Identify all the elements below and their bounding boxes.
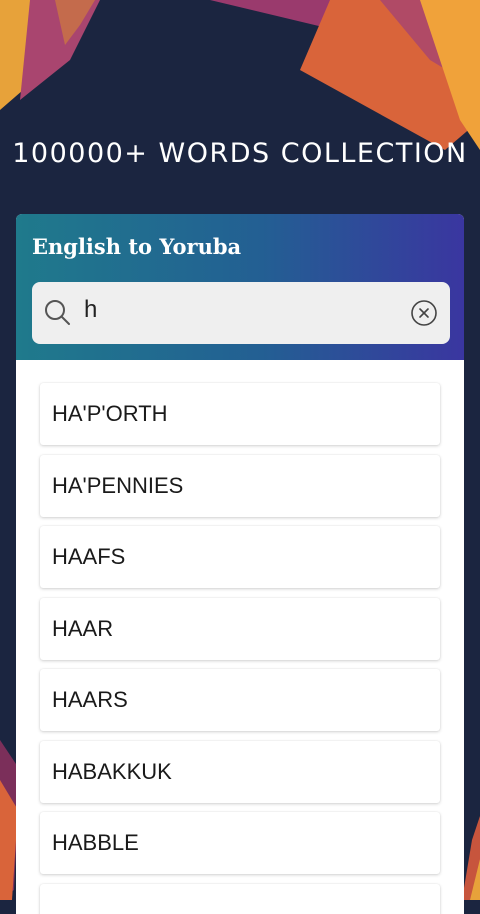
- decorative-shapes-right: [462, 780, 480, 900]
- dictionary-card: English to Yoruba h HA'P'ORTH HA'PENNIES…: [16, 214, 464, 914]
- results-list: HA'P'ORTH HA'PENNIES HAAFS HAAR HAARS HA…: [40, 383, 440, 914]
- list-item[interactable]: HABAKKUK: [40, 741, 440, 803]
- card-title: English to Yoruba: [32, 234, 241, 259]
- card-header: English to Yoruba h: [16, 214, 464, 360]
- list-item[interactable]: [40, 884, 440, 914]
- list-item[interactable]: HAAR: [40, 598, 440, 660]
- headline: 100000+ WORDS COLLECTION: [0, 138, 480, 169]
- list-item[interactable]: HABBLE: [40, 812, 440, 874]
- list-item[interactable]: HA'PENNIES: [40, 455, 440, 517]
- decorative-shapes-top: [0, 0, 480, 160]
- clear-circle-icon[interactable]: [410, 299, 438, 327]
- search-icon: [42, 298, 72, 328]
- list-item[interactable]: HAARS: [40, 669, 440, 731]
- search-field[interactable]: h: [32, 282, 450, 344]
- list-item[interactable]: HAAFS: [40, 526, 440, 588]
- search-input[interactable]: h: [84, 296, 97, 324]
- list-item[interactable]: HA'P'ORTH: [40, 383, 440, 445]
